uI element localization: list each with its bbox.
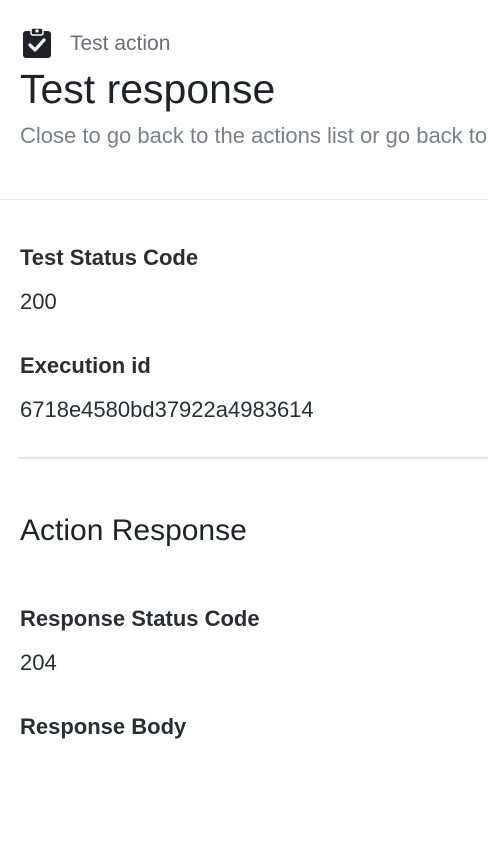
test-response-panel: Test action Test response Close to go ba… [0, 0, 488, 842]
response-body-label: Response Body [20, 714, 187, 739]
execution-id-label: Execution id [20, 353, 151, 378]
eyebrow-label: Test action [70, 32, 171, 55]
action-response-heading: Action Response [20, 514, 247, 547]
page-subtitle: Close to go back to the actions list or … [20, 123, 488, 148]
eyebrow: Test action [22, 27, 170, 59]
test-status-code-value: 200 [20, 289, 57, 314]
section-divider [19, 457, 488, 459]
test-status-code-label: Test Status Code [20, 245, 199, 270]
response-status-code-label: Response Status Code [20, 606, 260, 631]
execution-id-value: 6718e4580bd37922a4983614 [20, 397, 314, 422]
panel-header: Test action Test response Close to go ba… [0, 0, 488, 200]
clipboard-check-icon [22, 27, 52, 59]
page-title: Test response [20, 66, 276, 112]
response-status-code-value: 204 [20, 650, 57, 675]
